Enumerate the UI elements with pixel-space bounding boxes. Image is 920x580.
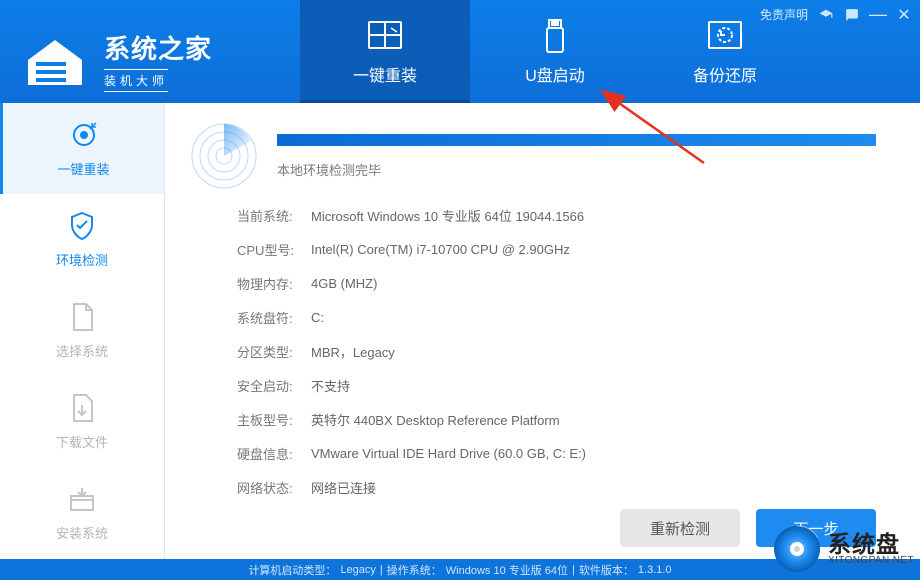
footer-boot-type-label: 计算机启动类型： (248, 562, 336, 578)
download-icon (66, 392, 98, 424)
info-label: 分区类型: (237, 342, 311, 361)
header: 免责声明 — ✕ 系统之家 装机大师 (0, 0, 920, 103)
info-value: MBR，Legacy (311, 342, 395, 361)
footer-version: 1.3.1.0 (638, 564, 672, 576)
info-label: CPU型号: (237, 240, 311, 259)
footer-os-label: 操作系统： (387, 562, 442, 578)
progress-fill (277, 134, 876, 146)
close-icon[interactable]: ✕ (896, 7, 912, 23)
info-row: 物理内存:4GB (MHZ) (237, 267, 876, 301)
action-buttons: 重新检测 下一步 (620, 509, 876, 547)
info-row: 系统盘符:C: (237, 301, 876, 335)
sidebar-item-download-file[interactable]: 下载文件 (0, 376, 164, 467)
footer-boot-type: Legacy (340, 564, 375, 576)
footer-os: Windows 10 专业版 64位 (446, 562, 568, 578)
main-content: 本地环境检测完毕 当前系统:Microsoft Windows 10 专业版 6… (165, 103, 920, 559)
info-value: C: (311, 310, 324, 325)
box-download-icon (66, 483, 98, 515)
tab-reinstall[interactable]: 一键重装 (300, 0, 470, 103)
sidebar-item-install-system[interactable]: 安装系统 (0, 467, 164, 558)
tab-label: U盘启动 (525, 62, 585, 86)
logo-subtitle: 装机大师 (104, 69, 168, 92)
info-row: 网络状态:网络已连接 (237, 471, 876, 505)
disclaimer-link[interactable]: 免责声明 (760, 6, 808, 23)
tab-usb-boot[interactable]: U盘启动 (470, 0, 640, 103)
info-label: 网络状态: (237, 478, 311, 497)
rescan-button[interactable]: 重新检测 (620, 509, 740, 547)
usb-icon (536, 18, 574, 54)
info-value: 英特尔 440BX Desktop Reference Platform (311, 410, 560, 429)
logo-title: 系统之家 (104, 29, 212, 66)
info-label: 当前系统: (237, 206, 311, 225)
info-row: 主板型号:英特尔 440BX Desktop Reference Platfor… (237, 403, 876, 437)
sidebar-item-select-system[interactable]: 选择系统 (0, 285, 164, 376)
progress-area: 本地环境检测完毕 (277, 134, 876, 179)
sidebar-item-label: 选择系统 (56, 341, 108, 360)
tab-label: 备份还原 (693, 62, 757, 86)
info-value: Intel(R) Core(TM) i7-10700 CPU @ 2.90GHz (311, 242, 570, 257)
window-controls: 免责声明 — ✕ (760, 6, 912, 23)
body: 一键重装 环境检测 选择系统 (0, 103, 920, 559)
sidebar-item-label: 环境检测 (56, 250, 108, 269)
info-row: CPU型号:Intel(R) Core(TM) i7-10700 CPU @ 2… (237, 233, 876, 267)
info-list: 当前系统:Microsoft Windows 10 专业版 64位 19044.… (237, 199, 876, 505)
logo-text: 系统之家 装机大师 (104, 29, 212, 92)
restore-icon (706, 18, 744, 54)
progress-bar (277, 134, 876, 146)
info-value: VMware Virtual IDE Hard Drive (60.0 GB, … (311, 446, 586, 461)
target-icon (68, 119, 100, 151)
minimize-icon[interactable]: — (870, 7, 886, 23)
shield-check-icon (66, 210, 98, 242)
info-value: 4GB (MHZ) (311, 276, 377, 291)
info-row: 硬盘信息:VMware Virtual IDE Hard Drive (60.0… (237, 437, 876, 471)
next-button[interactable]: 下一步 (756, 509, 876, 547)
windows-icon (366, 18, 404, 54)
file-icon (66, 301, 98, 333)
sidebar-item-label: 一键重装 (57, 159, 109, 178)
sidebar-item-label: 安装系统 (56, 523, 108, 542)
scan-row: 本地环境检测完毕 (189, 121, 876, 191)
info-row: 分区类型:MBR，Legacy (237, 335, 876, 369)
radar-icon (189, 121, 259, 191)
info-value: Microsoft Windows 10 专业版 64位 19044.1566 (311, 206, 584, 225)
info-label: 安全启动: (237, 376, 311, 395)
sidebar-item-env-check[interactable]: 环境检测 (0, 194, 164, 285)
info-value: 网络已连接 (311, 478, 376, 497)
info-label: 系统盘符: (237, 308, 311, 327)
info-label: 硬盘信息: (237, 444, 311, 463)
nav-tabs: 一键重装 U盘启动 备份还原 (300, 0, 810, 103)
footer: 计算机启动类型： Legacy | 操作系统： Windows 10 专业版 6… (0, 559, 920, 580)
info-row: 安全启动:不支持 (237, 369, 876, 403)
info-label: 物理内存: (237, 274, 311, 293)
sidebar: 一键重装 环境检测 选择系统 (0, 103, 165, 559)
sidebar-item-label: 下载文件 (56, 432, 108, 451)
tab-label: 一键重装 (353, 62, 417, 86)
info-label: 主板型号: (237, 410, 311, 429)
chat-icon[interactable] (844, 7, 860, 23)
info-value: 不支持 (311, 376, 350, 395)
info-row: 当前系统:Microsoft Windows 10 专业版 64位 19044.… (237, 199, 876, 233)
footer-version-label: 软件版本： (579, 562, 634, 578)
graduation-icon[interactable] (818, 7, 834, 23)
progress-status-text: 本地环境检测完毕 (277, 160, 876, 179)
logo-area: 系统之家 装机大师 (0, 0, 300, 103)
sidebar-item-one-click[interactable]: 一键重装 (0, 103, 164, 194)
logo-icon (18, 30, 92, 92)
